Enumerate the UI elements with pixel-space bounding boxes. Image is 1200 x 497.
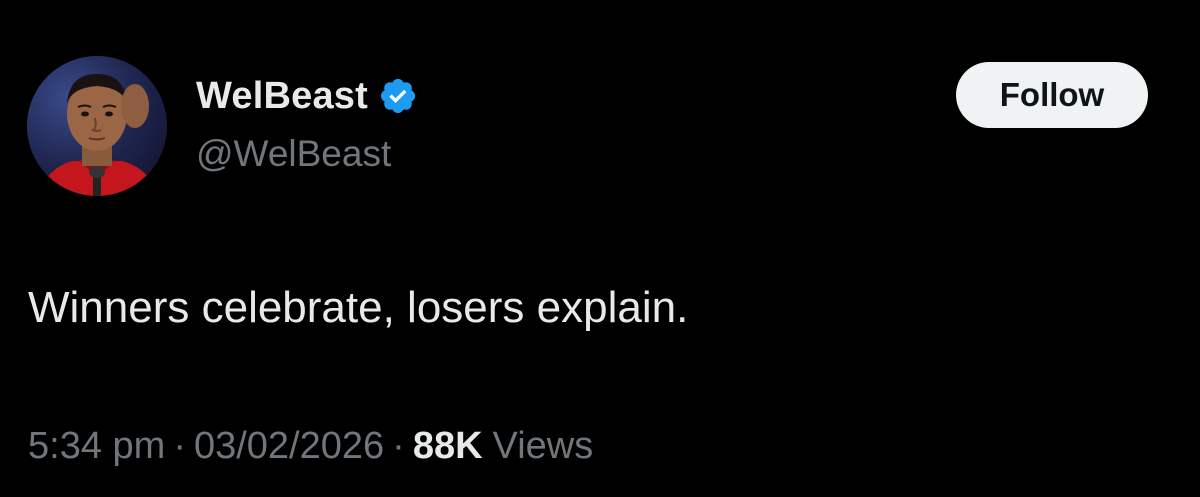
views-label[interactable]: Views — [493, 425, 594, 468]
verified-badge-icon — [378, 76, 418, 116]
avatar-image — [27, 56, 167, 196]
meta-separator: · — [392, 425, 405, 467]
follow-button[interactable]: Follow — [956, 62, 1148, 128]
tweet-text: Winners celebrate, losers explain. — [28, 283, 689, 332]
user-handle[interactable]: @WelBeast — [196, 133, 391, 175]
name-row: WelBeast — [196, 70, 418, 122]
meta-separator: · — [173, 425, 186, 467]
display-name[interactable]: WelBeast — [196, 75, 368, 118]
tweet-time[interactable]: 5:34 pm — [28, 425, 165, 468]
tweet-date[interactable]: 03/02/2026 — [194, 425, 384, 468]
tweet-card: WelBeast @WelBeast Follow Winners celebr… — [0, 0, 1200, 497]
user-avatar[interactable] — [27, 56, 167, 196]
views-count[interactable]: 88K — [413, 425, 483, 468]
tweet-meta: 5:34 pm · 03/02/2026 · 88K Views — [28, 425, 593, 468]
